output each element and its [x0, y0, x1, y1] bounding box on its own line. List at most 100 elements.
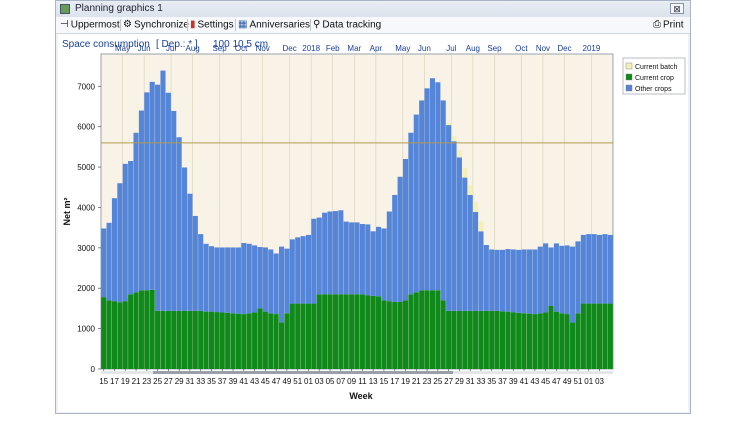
bar-current-crop — [570, 322, 576, 369]
month-label: Jul — [166, 44, 176, 53]
timeline-scrollbar-thumb[interactable] — [153, 371, 453, 374]
bar-other-crops — [494, 249, 500, 311]
x-tick-label: 37 — [498, 377, 507, 386]
x-tick-label: 01 — [584, 377, 593, 386]
month-label: Dec — [283, 44, 297, 53]
bar-current-crop — [354, 294, 360, 369]
bar-current-batch — [456, 150, 462, 158]
x-tick-label: 15 — [99, 377, 108, 386]
bar-current-crop — [144, 290, 150, 369]
bar-other-crops — [262, 247, 268, 312]
planning-graphics-window: Planning graphics 1 ⊠ ⊣ Uppermost ⚙ Synchr… — [55, 0, 691, 414]
bar-other-crops — [526, 249, 533, 314]
bar-current-crop — [392, 301, 398, 369]
month-label: Oct — [235, 44, 248, 53]
bar-other-crops — [192, 215, 198, 311]
bar-current-crop — [532, 314, 538, 369]
x-tick-label: 03 — [595, 377, 604, 386]
bar-other-crops — [419, 100, 425, 291]
bar-current-crop — [262, 311, 268, 369]
bar-current-crop — [155, 310, 161, 369]
bar-other-crops — [402, 159, 409, 301]
bar-other-crops — [602, 234, 608, 304]
x-tick-label: 19 — [121, 377, 130, 386]
bar-other-crops — [128, 161, 134, 295]
bar-other-crops — [451, 141, 457, 311]
bar-current-crop — [381, 300, 387, 369]
bar-other-crops — [537, 246, 543, 314]
settings-button[interactable]: ▮ Settings — [190, 18, 234, 32]
x-tick-label: 19 — [401, 377, 410, 386]
bar-other-crops — [106, 222, 112, 301]
bar-current-crop — [526, 313, 533, 369]
calendar-icon: ▦ — [238, 19, 248, 30]
x-tick-label: 27 — [164, 377, 173, 386]
bar-current-crop — [305, 303, 312, 369]
bar-current-crop — [575, 313, 581, 369]
bar-other-crops — [338, 210, 344, 295]
bar-current-crop — [505, 311, 511, 369]
bar-current-crop — [111, 301, 118, 369]
bar-current-crop — [106, 300, 112, 369]
x-tick-label: 47 — [272, 377, 281, 386]
bar-other-crops — [489, 249, 495, 311]
x-tick-label: 25 — [433, 377, 442, 386]
month-label: 2019 — [583, 44, 601, 53]
bar-current-crop — [349, 294, 355, 369]
bar-current-crop — [295, 303, 301, 369]
x-tick-label: 23 — [142, 377, 151, 386]
title-bar: Planning graphics 1 ⊠ — [56, 1, 690, 17]
bar-other-crops — [225, 247, 231, 313]
bar-current-crop — [192, 310, 198, 369]
print-button[interactable]: ⎙ Print — [653, 18, 684, 32]
month-label: Jun — [138, 44, 151, 53]
bar-other-crops — [521, 249, 527, 314]
bar-current-crop — [316, 294, 322, 369]
synchronize-button[interactable]: ⚙ Synchronize — [123, 18, 189, 32]
bar-current-crop — [553, 311, 559, 369]
y-tick-label: 6000 — [77, 123, 95, 132]
legend-entry: Current batch — [635, 64, 678, 71]
bar-current-crop — [596, 303, 603, 369]
anniversaries-button[interactable]: ▦ Anniversaries — [238, 18, 310, 32]
bar-other-crops — [144, 92, 150, 291]
bar-current-crop — [424, 290, 430, 369]
x-tick-label: 37 — [218, 377, 227, 386]
bar-other-crops — [559, 245, 565, 314]
legend-entry: Other crops — [635, 86, 672, 93]
month-label: Mar — [347, 44, 361, 53]
month-label: Nov — [536, 44, 550, 53]
bar-other-crops — [101, 228, 107, 298]
close-button[interactable]: ⊠ — [670, 3, 684, 14]
legend-swatch — [625, 62, 633, 70]
bar-current-crop — [235, 313, 241, 369]
bar-other-crops — [392, 194, 398, 302]
bar-other-crops — [596, 234, 603, 304]
bar-current-crop — [252, 312, 258, 369]
x-tick-label: 09 — [347, 377, 356, 386]
bar-other-crops — [111, 198, 118, 302]
bar-other-crops — [386, 211, 392, 302]
bar-other-crops — [187, 193, 193, 311]
chart-settings-icon: ▮ — [190, 19, 196, 30]
bar-other-crops — [456, 157, 462, 311]
bar-current-crop — [521, 313, 527, 369]
toolbar: ⊣ Uppermost ⚙ Synchronize ▮ Settings ▦ Anniv… — [56, 17, 690, 34]
y-tick-label: 1000 — [77, 325, 95, 334]
bar-other-crops — [467, 194, 473, 311]
bar-other-crops — [235, 247, 241, 314]
bar-current-crop — [117, 302, 123, 369]
bar-current-crop — [171, 310, 177, 369]
bar-current-crop — [149, 289, 155, 369]
uppermost-button[interactable]: ⊣ Uppermost — [60, 18, 120, 32]
x-tick-label: 01 — [304, 377, 313, 386]
bar-current-crop — [413, 292, 419, 369]
bar-other-crops — [284, 248, 290, 314]
data-tracking-button[interactable]: ⚲ Data tracking — [313, 18, 381, 32]
bar-other-crops — [198, 234, 204, 311]
bar-current-crop — [300, 303, 306, 369]
bar-current-crop — [586, 303, 592, 369]
month-label: May — [115, 44, 130, 53]
bar-current-crop — [499, 311, 506, 369]
month-label: Jun — [418, 44, 431, 53]
